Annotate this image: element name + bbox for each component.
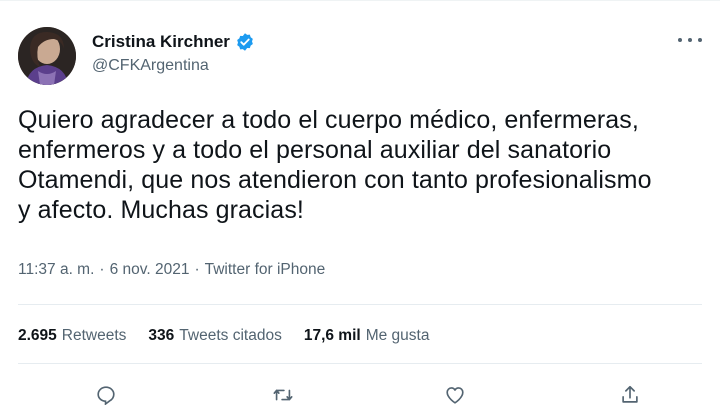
more-dot bbox=[698, 38, 702, 42]
like-icon[interactable] bbox=[443, 383, 467, 405]
quotes-count: 336 bbox=[148, 327, 175, 344]
likes-stat[interactable]: 17,6 mil Me gusta bbox=[304, 327, 430, 345]
reply-icon[interactable] bbox=[94, 383, 118, 405]
display-name[interactable]: Cristina Kirchner bbox=[92, 32, 230, 52]
share-icon[interactable] bbox=[618, 383, 642, 405]
more-options-icon[interactable] bbox=[678, 33, 702, 47]
more-dot bbox=[678, 38, 682, 42]
user-handle[interactable]: @CFKArgentina bbox=[92, 57, 255, 75]
retweet-icon[interactable] bbox=[271, 383, 295, 405]
meta-separator: · bbox=[194, 261, 200, 278]
tweet-metadata: 11:37 a. m. · 6 nov. 2021 · Twitter for … bbox=[18, 261, 325, 279]
meta-separator: · bbox=[99, 261, 105, 278]
divider bbox=[18, 363, 702, 364]
tweet-time[interactable]: 11:37 a. m. bbox=[18, 261, 94, 279]
quotes-stat[interactable]: 336 Tweets citados bbox=[148, 327, 281, 345]
avatar[interactable] bbox=[18, 27, 76, 85]
tweet-stats: 2.695 Retweets 336 Tweets citados 17,6 m… bbox=[18, 327, 429, 345]
tweet-text: Quiero agradecer a todo el cuerpo médico… bbox=[18, 106, 652, 224]
retweets-count: 2.695 bbox=[18, 327, 57, 344]
tweet-header: Cristina Kirchner @CFKArgentina bbox=[18, 25, 702, 87]
retweets-label: Retweets bbox=[61, 327, 127, 344]
tweet-actions bbox=[18, 379, 702, 405]
retweets-stat[interactable]: 2.695 Retweets bbox=[18, 327, 126, 345]
tweet-card: Cristina Kirchner @CFKArgentina Quiero a… bbox=[0, 0, 720, 405]
tweet-date[interactable]: 6 nov. 2021 bbox=[110, 261, 190, 279]
divider bbox=[18, 304, 702, 305]
tweet-client[interactable]: Twitter for iPhone bbox=[205, 261, 326, 279]
verified-badge-icon bbox=[235, 32, 255, 52]
display-name-row: Cristina Kirchner bbox=[92, 31, 255, 53]
likes-label: Me gusta bbox=[365, 327, 430, 344]
user-info: Cristina Kirchner @CFKArgentina bbox=[92, 31, 255, 75]
likes-count: 17,6 mil bbox=[303, 327, 361, 344]
quotes-label: Tweets citados bbox=[179, 327, 282, 344]
more-dot bbox=[688, 38, 692, 42]
